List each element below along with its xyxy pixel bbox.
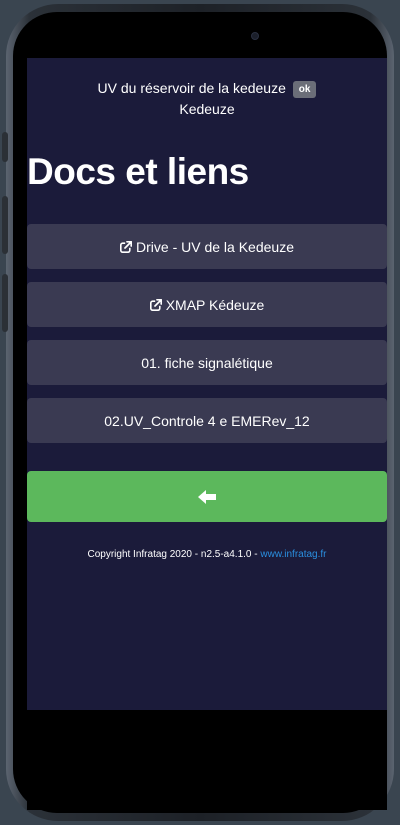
back-button[interactable] [27, 471, 387, 522]
page-title: Docs et liens [27, 151, 249, 192]
camera-dot [251, 32, 259, 40]
header: UV du réservoir de la kedeuze ok Kedeuze [27, 58, 387, 120]
app-screen: UV du réservoir de la kedeuze ok Kedeuze… [27, 58, 387, 710]
link-list: Drive - UV de la Kedeuze XMAP Kédeuze 01… [27, 224, 387, 456]
link-button-controle[interactable]: 02.UV_Controle 4 e EMERev_12 [27, 398, 387, 443]
link-label: XMAP Kédeuze [165, 296, 265, 313]
link-label: 01. fiche signalétique [141, 354, 273, 371]
header-title: UV du réservoir de la kedeuze [97, 80, 286, 96]
infratag-link[interactable]: www.infratag.fr [260, 549, 326, 560]
header-subtitle: Kedeuze [179, 101, 235, 117]
arrow-left-icon [198, 489, 216, 504]
copyright-text: Copyright Infratag 2020 - n2.5-a4.1.0 - [87, 549, 261, 560]
link-button-drive[interactable]: Drive - UV de la Kedeuze [27, 224, 387, 269]
link-label: 02.UV_Controle 4 e EMERev_12 [104, 412, 310, 429]
footer: Copyright Infratag 2020 - n2.5-a4.1.0 - … [27, 549, 387, 560]
external-link-icon [149, 298, 162, 311]
phone-volume-down [2, 274, 8, 332]
ok-badge: ok [292, 81, 317, 98]
link-button-xmap[interactable]: XMAP Kédeuze [27, 282, 387, 327]
link-label: Drive - UV de la Kedeuze [136, 238, 294, 255]
external-link-icon [120, 240, 133, 253]
link-button-fiche[interactable]: 01. fiche signalétique [27, 340, 387, 385]
phone-mute-switch [2, 132, 8, 162]
phone-volume-up [2, 196, 8, 254]
bottom-bar [27, 710, 387, 810]
